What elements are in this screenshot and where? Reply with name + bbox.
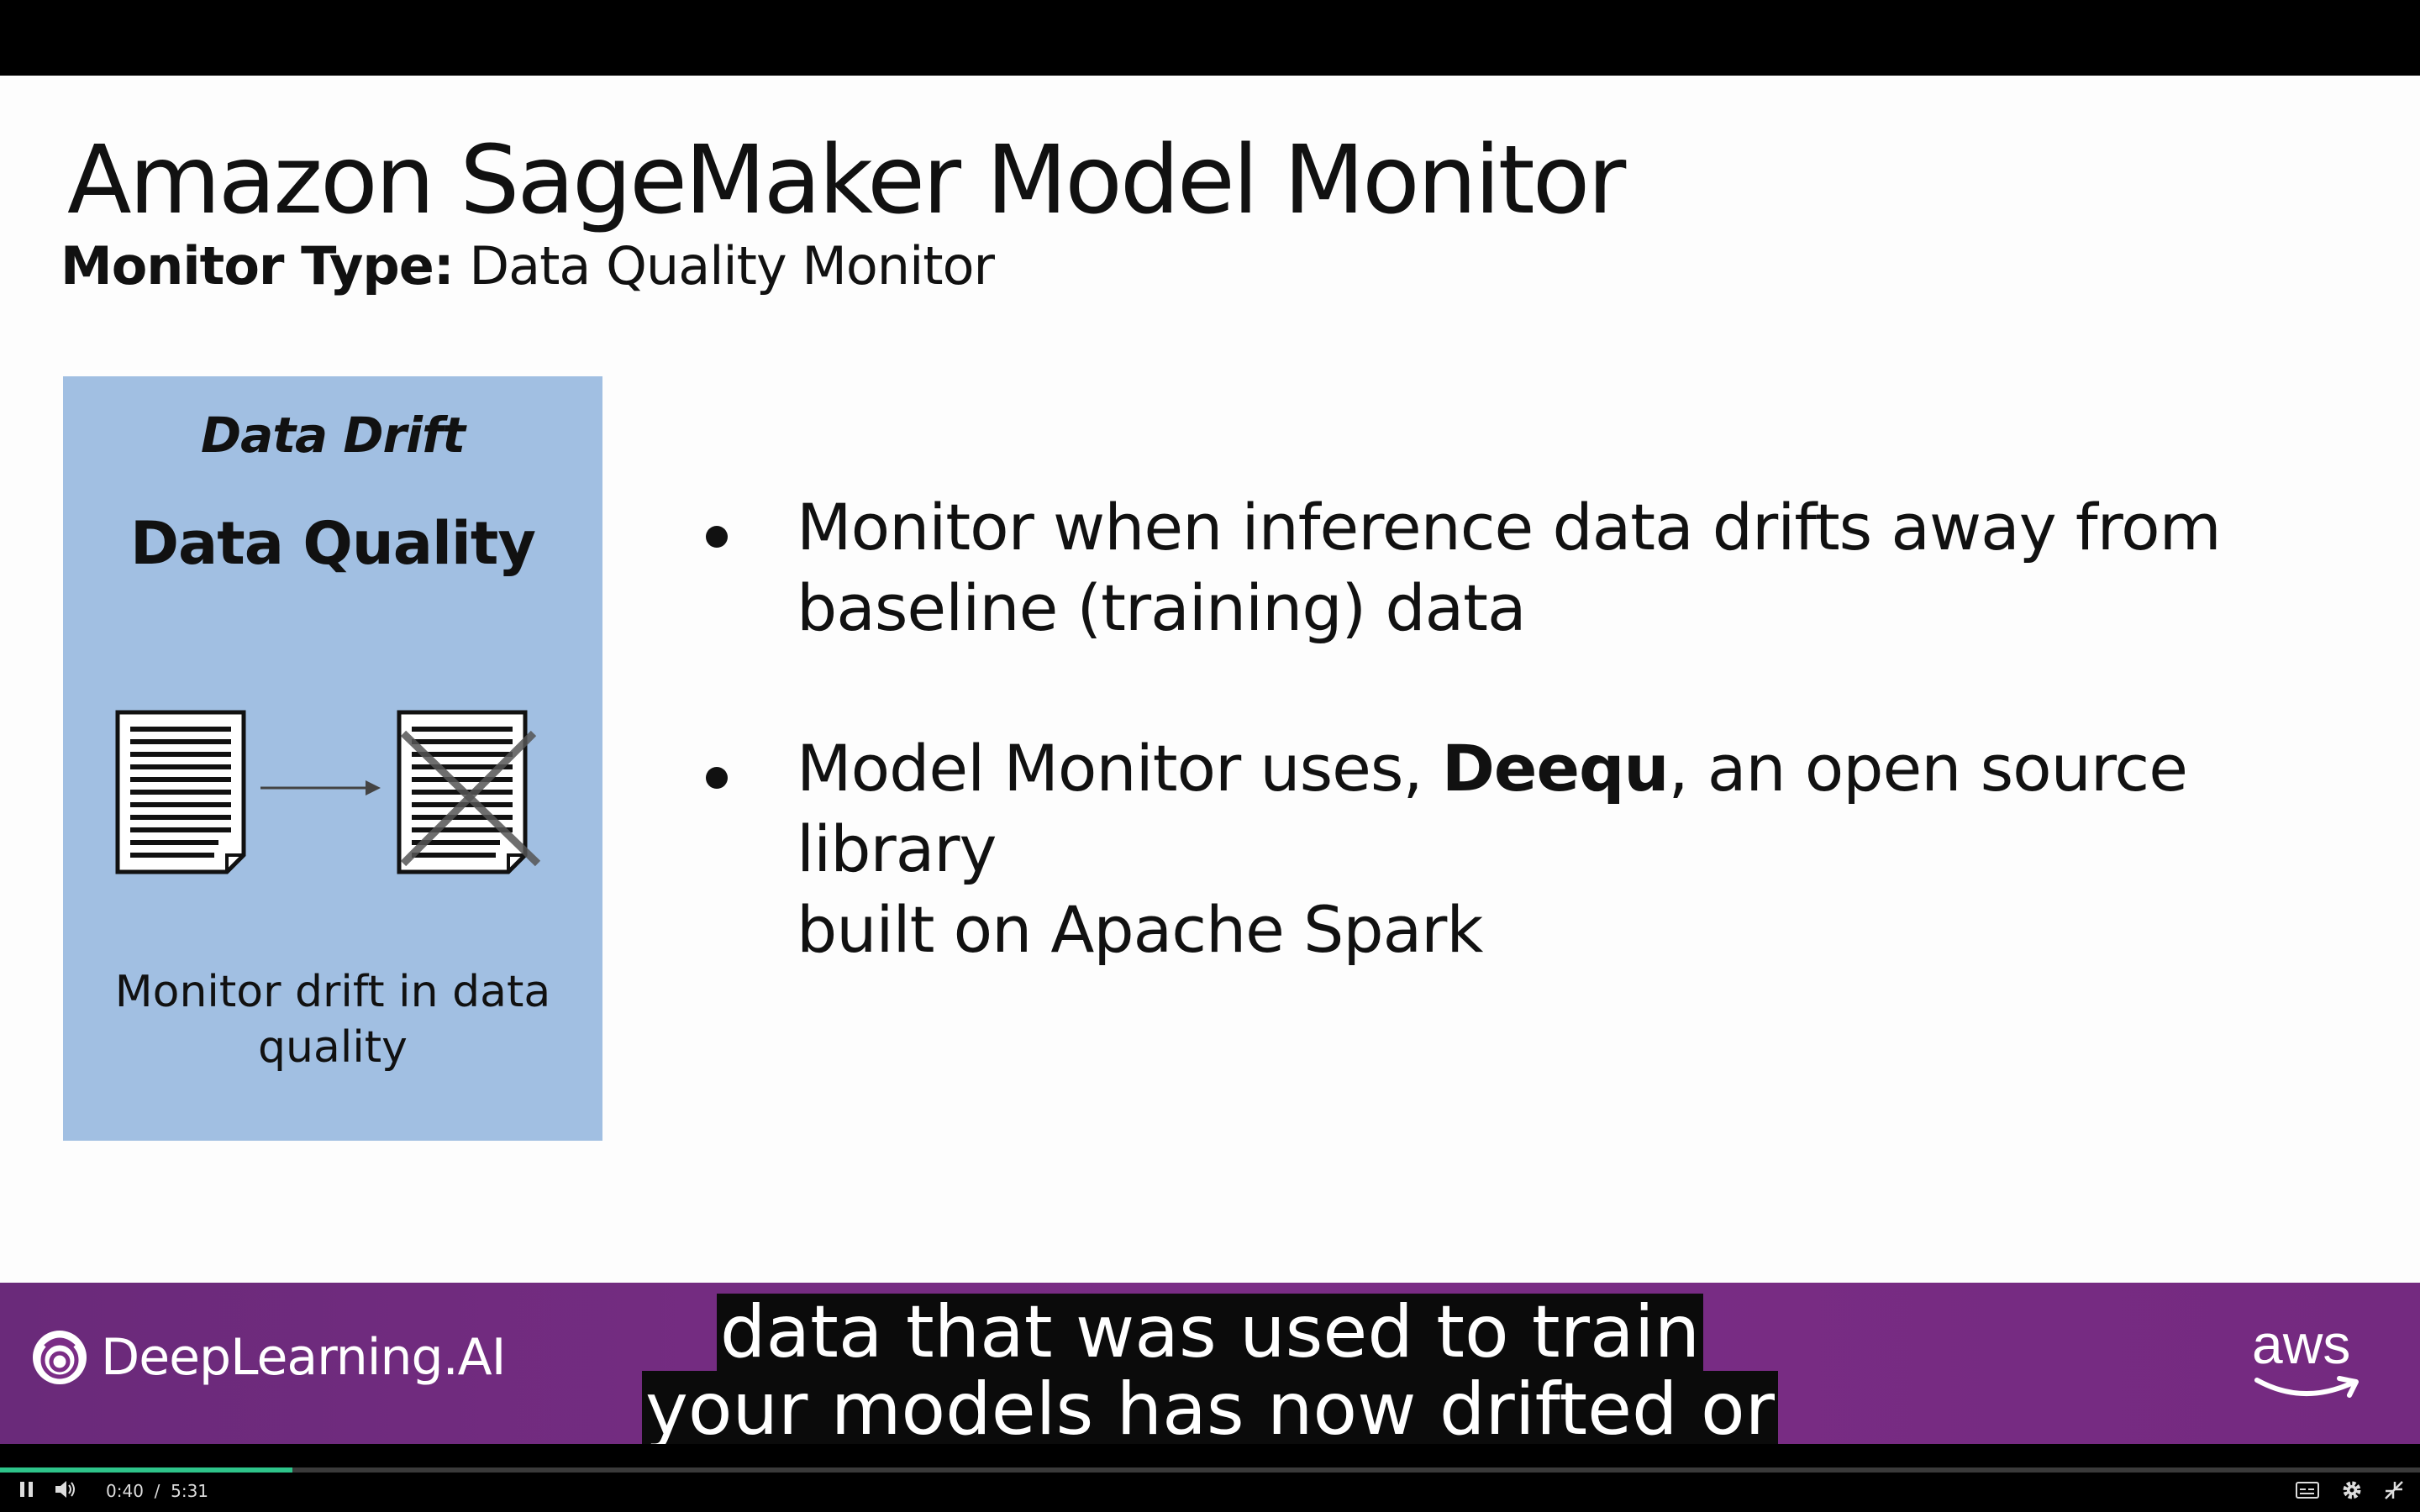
- document-drift-illustration: [113, 708, 618, 896]
- card-description-line1: Monitor drift in data: [114, 967, 551, 1017]
- pause-button[interactable]: [17, 1479, 37, 1503]
- bullet-list: Monitor when inference data drifts away …: [697, 487, 2336, 1050]
- caption-line: your models has now drifted or: [642, 1371, 1778, 1448]
- exit-fullscreen-icon: [2385, 1481, 2403, 1499]
- subtitle-label: Monitor Type:: [60, 235, 455, 297]
- duration: 5:31: [171, 1481, 209, 1501]
- time-separator: /: [154, 1481, 160, 1501]
- card-description-line2: quality: [258, 1022, 408, 1073]
- time-display: 0:40 / 5:31: [106, 1481, 208, 1501]
- arrow-right-icon: [260, 780, 381, 795]
- subtitle-value: Data Quality Monitor: [453, 235, 995, 297]
- bullet-dot-icon: [706, 526, 728, 548]
- slide-title: Amazon SageMaker Model Monitor: [67, 126, 1626, 235]
- bullet-text: Model Monitor uses,: [797, 731, 1442, 806]
- exit-fullscreen-button[interactable]: [2383, 1479, 2405, 1504]
- slide: Amazon SageMaker Model Monitor Monitor T…: [0, 76, 2420, 1283]
- bullet-line: baseline (training) data: [797, 570, 1527, 645]
- document-icon: [115, 710, 246, 874]
- crossed-document-icon: [397, 710, 541, 874]
- bullet-line: Monitor when inference data drifts away …: [797, 490, 2222, 564]
- pause-icon: [20, 1482, 33, 1497]
- bullet-line: built on Apache Spark: [797, 892, 1483, 967]
- bullet-bold-term: Deequ: [1441, 731, 1670, 806]
- volume-button[interactable]: [54, 1479, 77, 1503]
- current-time: 0:40: [106, 1481, 144, 1501]
- progress-bar-fill: [0, 1467, 293, 1473]
- settings-icon: [2343, 1481, 2361, 1499]
- card-description: Monitor drift in data quality: [63, 964, 602, 1075]
- card-heading: Data Quality: [129, 509, 536, 578]
- captions-icon: [2296, 1482, 2319, 1499]
- top-letterbox: [0, 0, 2420, 76]
- progress-bar[interactable]: [0, 1467, 2420, 1473]
- slide-subtitle: Monitor Type: Data Quality Monitor: [60, 235, 995, 297]
- captions-button[interactable]: [2296, 1481, 2319, 1503]
- bullet-item: Model Monitor uses, Deequ, an open sourc…: [697, 728, 2336, 970]
- video-controls: 0:40 / 5:31: [0, 1444, 2420, 1512]
- data-quality-card: Data Drift Data Quality Monitor drift in…: [63, 376, 602, 1141]
- volume-icon: [55, 1481, 75, 1498]
- card-heading-italic: Data Drift: [201, 407, 466, 464]
- bullet-item: Monitor when inference data drifts away …: [697, 487, 2336, 648]
- subtitle-captions: data that was used to train your models …: [0, 1294, 2420, 1448]
- settings-button[interactable]: [2341, 1479, 2363, 1504]
- bullet-line: Model Monitor uses, Deequ, an open sourc…: [797, 728, 2336, 890]
- caption-line: data that was used to train: [716, 1294, 1704, 1371]
- bullet-dot-icon: [706, 767, 728, 789]
